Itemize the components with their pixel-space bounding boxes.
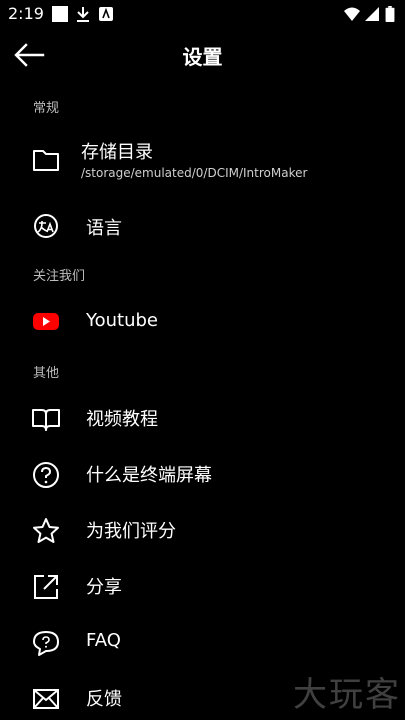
setting-language[interactable]: 语言 (0, 205, 405, 247)
setting-video-tutorial[interactable]: 视频教程 (0, 398, 405, 440)
language-icon (34, 214, 58, 238)
section-header-general: 常规 (33, 101, 60, 116)
share-external-icon (34, 575, 58, 599)
setting-share[interactable]: 分享 (0, 566, 405, 608)
app-bar: 设置 (0, 28, 405, 84)
youtube-label: Youtube (86, 310, 158, 331)
language-label: 语言 (86, 218, 122, 239)
setting-rate-us[interactable]: 为我们评分 (0, 510, 405, 552)
share-label: 分享 (86, 577, 122, 598)
faq-bubble-icon (33, 631, 59, 656)
section-header-follow-us: 关注我们 (33, 269, 86, 284)
setting-faq[interactable]: FAQ (0, 622, 405, 664)
signal-icon (365, 7, 379, 21)
what-is-end-screen-label: 什么是终端屏幕 (86, 465, 212, 486)
mail-icon (33, 689, 59, 709)
storage-directory-label: 存储目录 (81, 142, 153, 163)
setting-storage-directory[interactable]: 存储目录 /storage/emulated/0/DCIM/IntroMaker (0, 133, 405, 191)
download-icon (77, 7, 89, 22)
help-circle-icon (33, 462, 59, 488)
youtube-icon (33, 313, 59, 330)
status-time: 2:19 (8, 4, 44, 23)
wifi-icon (344, 7, 360, 21)
setting-youtube[interactable]: Youtube (0, 300, 405, 342)
app-notification-icon (99, 7, 113, 21)
video-tutorial-label: 视频教程 (86, 409, 158, 430)
book-icon (32, 409, 60, 431)
watermark: 大玩客 (293, 675, 401, 715)
feedback-label: 反馈 (86, 689, 122, 710)
section-header-other: 其他 (33, 366, 60, 381)
battery-icon (385, 6, 395, 22)
star-icon (33, 518, 59, 543)
notification-square-icon (52, 6, 68, 22)
rate-us-label: 为我们评分 (86, 521, 176, 542)
status-bar: 2:19 (0, 0, 405, 28)
folder-icon (33, 150, 59, 171)
page-title: 设置 (182, 45, 223, 69)
faq-label: FAQ (86, 630, 121, 651)
storage-directory-path: /storage/emulated/0/DCIM/IntroMaker (81, 166, 308, 180)
setting-what-is-end-screen[interactable]: 什么是终端屏幕 (0, 454, 405, 496)
